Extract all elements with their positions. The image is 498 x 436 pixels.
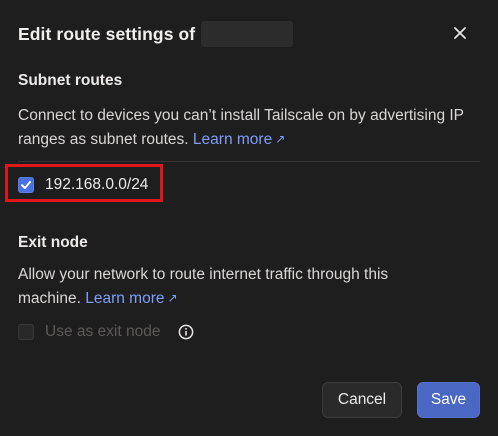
route-checkbox[interactable]	[18, 177, 34, 193]
section-divider	[18, 161, 480, 162]
exit-node-description-text: Allow your network to route internet tra…	[18, 266, 389, 307]
exit-node-learn-more-text: Learn more	[85, 290, 165, 307]
edit-route-settings-dialog: Edit route settings of Subnet routes Con…	[0, 0, 498, 436]
close-button[interactable]	[447, 20, 473, 46]
external-arrow-icon: ↗	[167, 291, 178, 305]
subnet-learn-more-text: Learn more	[192, 131, 273, 148]
subnet-routes-heading: Subnet routes	[18, 72, 123, 89]
exit-node-learn-more-link[interactable]: Learn more ↗	[85, 290, 177, 307]
exit-node-checkbox-label: Use as exit node	[45, 323, 161, 340]
info-icon[interactable]	[178, 324, 194, 340]
subnet-routes-description: Connect to devices you can’t install Tai…	[18, 104, 488, 152]
redacted-machine-name	[201, 21, 294, 47]
exit-node-checkbox[interactable]	[18, 324, 34, 340]
exit-node-description: Allow your network to route internet tra…	[18, 263, 438, 311]
subnet-learn-more-link[interactable]: Learn more ↗	[193, 131, 285, 148]
dialog-title: Edit route settings of	[18, 23, 196, 44]
save-button[interactable]: Save	[417, 382, 480, 418]
route-label: 192.168.0.0/24	[45, 176, 149, 193]
close-icon	[454, 27, 466, 39]
external-arrow-icon: ↗	[275, 132, 286, 146]
checkmark-icon	[21, 181, 31, 189]
cancel-button[interactable]: Cancel	[322, 382, 402, 418]
dialog-header: Edit route settings of	[18, 21, 294, 47]
exit-node-heading: Exit node	[18, 234, 88, 251]
